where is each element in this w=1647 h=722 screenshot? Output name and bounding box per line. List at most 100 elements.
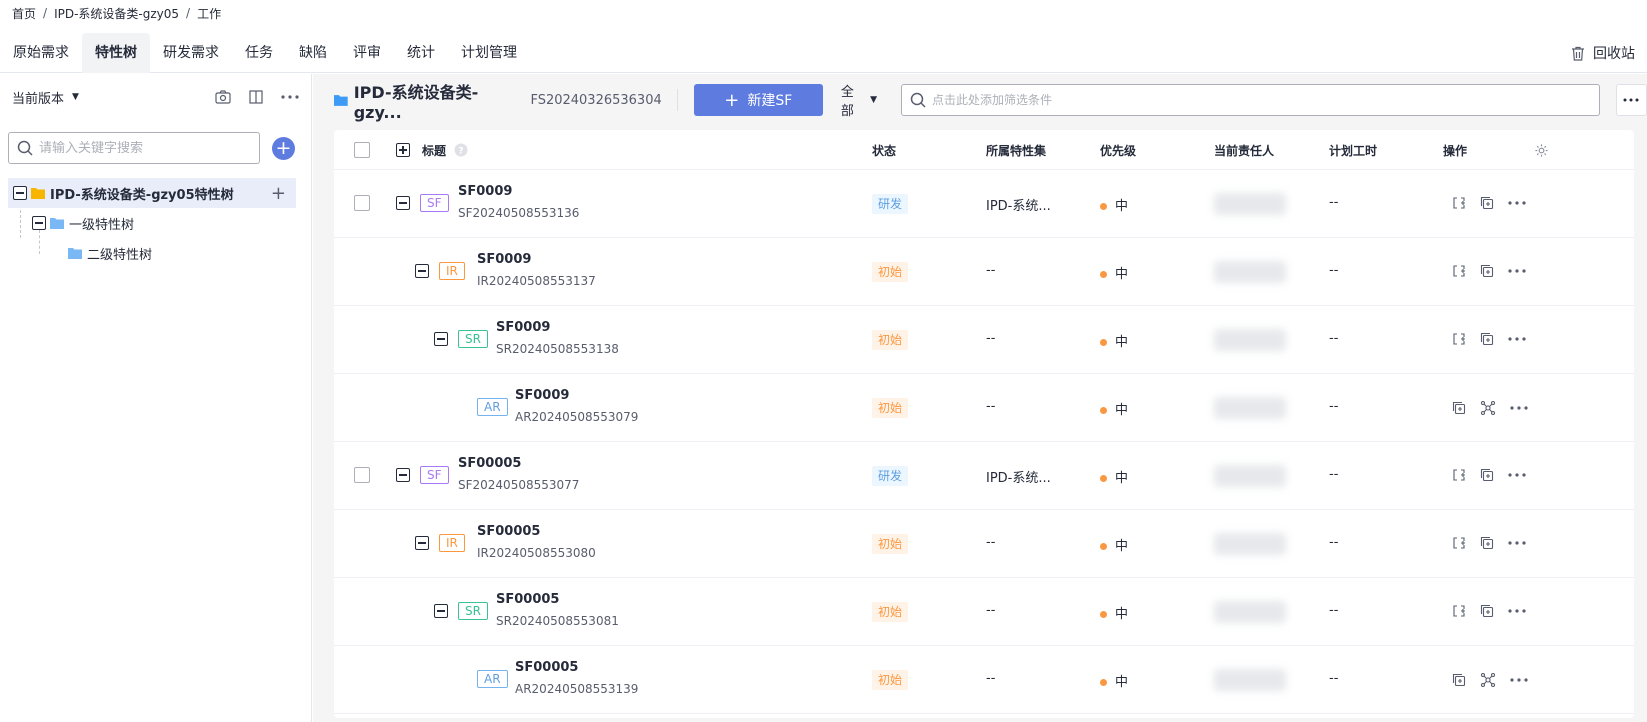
owner-avatar-blurred[interactable] — [1214, 533, 1286, 555]
more-options-icon[interactable] — [1508, 201, 1526, 205]
tree-node-level1[interactable]: 一级特性树 — [8, 208, 296, 238]
table-row[interactable]: IR SF0009 IR20240508553137 初始 -- 中 -- — [334, 238, 1634, 306]
split-icon[interactable] — [1452, 264, 1466, 278]
owner-avatar-blurred[interactable] — [1214, 329, 1286, 351]
settings-gear-icon[interactable] — [1534, 143, 1549, 158]
more-options-icon[interactable] — [281, 95, 299, 99]
row-collapse-toggle-icon[interactable] — [396, 196, 410, 210]
status-badge[interactable]: 研发 — [872, 466, 909, 486]
help-icon[interactable]: ? — [454, 143, 468, 157]
priority-cell[interactable]: 中 — [1115, 267, 1128, 282]
copy-add-icon[interactable] — [1452, 673, 1466, 687]
split-icon[interactable] — [1452, 604, 1466, 618]
row-collapse-toggle-icon[interactable] — [415, 264, 429, 278]
camera-icon[interactable] — [215, 90, 231, 104]
more-options-icon[interactable] — [1508, 609, 1526, 613]
row-title[interactable]: SF00005 — [458, 456, 521, 471]
more-options-icon[interactable] — [1508, 337, 1526, 341]
owner-avatar-blurred[interactable] — [1214, 193, 1286, 215]
status-badge[interactable]: 初始 — [872, 670, 909, 690]
network-icon[interactable] — [1480, 400, 1496, 416]
breadcrumb-home[interactable]: 首页 — [12, 5, 36, 22]
row-title[interactable]: SF0009 — [496, 320, 550, 335]
split-icon[interactable] — [1452, 332, 1466, 346]
collapse-toggle-icon[interactable] — [13, 186, 27, 200]
tab-3[interactable]: 任务 — [232, 33, 286, 73]
status-badge[interactable]: 初始 — [872, 534, 909, 554]
split-view-icon[interactable] — [249, 90, 263, 104]
tab-2[interactable]: 研发需求 — [150, 33, 232, 73]
more-options-icon[interactable] — [1510, 678, 1528, 682]
new-sf-button[interactable]: + 新建SF — [693, 84, 823, 116]
tab-5[interactable]: 评审 — [340, 33, 394, 73]
tab-6[interactable]: 统计 — [394, 33, 448, 73]
table-row[interactable]: SF SF00005 SF20240508553077 研发 IPD-系统... 中 -- — [334, 442, 1634, 510]
row-checkbox[interactable] — [354, 195, 370, 211]
tab-0[interactable]: 原始需求 — [0, 33, 82, 73]
copy-add-icon[interactable] — [1480, 264, 1494, 278]
row-title[interactable]: SF0009 — [477, 252, 531, 267]
row-title[interactable]: SF0009 — [515, 388, 569, 403]
row-collapse-toggle-icon[interactable] — [434, 604, 448, 618]
tree-node-root[interactable]: IPD-系统设备类-gzy05特性树 + — [8, 178, 296, 208]
priority-cell[interactable]: 中 — [1115, 675, 1128, 690]
copy-add-icon[interactable] — [1480, 604, 1494, 618]
owner-avatar-blurred[interactable] — [1214, 261, 1286, 283]
more-actions-button[interactable] — [1615, 84, 1647, 116]
row-title[interactable]: SF00005 — [496, 592, 559, 607]
status-badge[interactable]: 初始 — [872, 262, 909, 282]
add-tree-node-button[interactable]: + — [272, 137, 295, 160]
owner-avatar-blurred[interactable] — [1214, 397, 1286, 419]
owner-avatar-blurred[interactable] — [1214, 601, 1286, 623]
row-collapse-toggle-icon[interactable] — [415, 536, 429, 550]
version-dropdown[interactable]: 当前版本 ▼ — [12, 88, 79, 107]
copy-add-icon[interactable] — [1480, 332, 1494, 346]
status-badge[interactable]: 初始 — [872, 330, 909, 350]
network-icon[interactable] — [1480, 672, 1496, 688]
status-badge[interactable]: 初始 — [872, 398, 909, 418]
tree-node-level2[interactable]: 二级特性树 — [8, 238, 296, 268]
status-badge[interactable]: 初始 — [872, 602, 909, 622]
priority-cell[interactable]: 中 — [1115, 335, 1128, 350]
table-row[interactable]: IR SF00005 IR20240508553080 初始 -- 中 -- — [334, 510, 1634, 578]
table-row[interactable]: AR SF0009 AR20240508553079 初始 -- 中 -- — [334, 374, 1634, 442]
more-options-icon[interactable] — [1508, 269, 1526, 273]
status-badge[interactable]: 研发 — [872, 194, 909, 214]
row-title[interactable]: SF00005 — [477, 524, 540, 539]
more-options-icon[interactable] — [1510, 406, 1528, 410]
split-icon[interactable] — [1452, 536, 1466, 550]
owner-avatar-blurred[interactable] — [1214, 669, 1286, 691]
row-title[interactable]: SF00005 — [515, 660, 578, 675]
collapse-toggle-icon[interactable] — [32, 216, 46, 230]
table-row[interactable]: SF SF0009 SF20240508553136 研发 IPD-系统... 中 -- — [334, 170, 1634, 238]
priority-cell[interactable]: 中 — [1115, 403, 1128, 418]
tab-1[interactable]: 特性树 — [82, 33, 150, 73]
row-title[interactable]: SF0009 — [458, 184, 512, 199]
select-all-checkbox[interactable] — [354, 142, 370, 158]
priority-cell[interactable]: 中 — [1115, 607, 1128, 622]
owner-avatar-blurred[interactable] — [1214, 465, 1286, 487]
row-collapse-toggle-icon[interactable] — [396, 468, 410, 482]
table-row[interactable]: SR SF00005 SR20240508553081 初始 -- 中 -- — [334, 578, 1634, 646]
copy-add-icon[interactable] — [1480, 196, 1494, 210]
table-row[interactable]: AR SF00005 AR20240508553139 初始 -- 中 -- — [334, 646, 1634, 714]
split-icon[interactable] — [1452, 196, 1466, 210]
filter-input[interactable] — [932, 93, 1582, 107]
tab-4[interactable]: 缺陷 — [286, 33, 340, 73]
expand-all-icon[interactable] — [396, 143, 410, 157]
row-collapse-toggle-icon[interactable] — [434, 332, 448, 346]
add-child-icon[interactable]: + — [271, 183, 286, 204]
copy-add-icon[interactable] — [1480, 536, 1494, 550]
priority-cell[interactable]: 中 — [1115, 539, 1128, 554]
split-icon[interactable] — [1452, 468, 1466, 482]
tree-search-input[interactable] — [39, 140, 239, 156]
copy-add-icon[interactable] — [1480, 468, 1494, 482]
copy-add-icon[interactable] — [1452, 401, 1466, 415]
more-options-icon[interactable] — [1508, 541, 1526, 545]
row-checkbox[interactable] — [354, 467, 370, 483]
breadcrumb-project[interactable]: IPD-系统设备类-gzy05 — [54, 5, 179, 22]
recycle-bin-button[interactable]: 回收站 — [1571, 33, 1635, 73]
priority-cell[interactable]: 中 — [1115, 471, 1128, 486]
priority-cell[interactable]: 中 — [1115, 199, 1128, 214]
tab-7[interactable]: 计划管理 — [448, 33, 530, 73]
